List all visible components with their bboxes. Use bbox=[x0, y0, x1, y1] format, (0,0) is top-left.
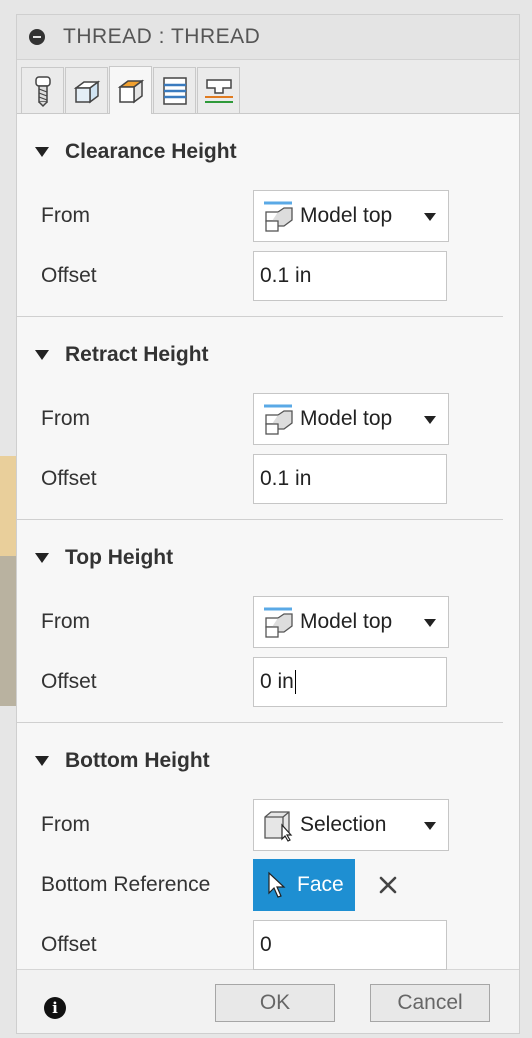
linking-icon bbox=[204, 78, 233, 103]
section-clearance-height: Clearance Height From Model top Offset 0… bbox=[17, 114, 519, 317]
cursor-arrow-icon bbox=[268, 871, 286, 898]
collapse-triangle-icon[interactable] bbox=[35, 350, 49, 360]
from-row: From Model top bbox=[17, 592, 519, 652]
from-label: From bbox=[41, 813, 90, 836]
chevron-down-icon bbox=[424, 416, 436, 424]
top-from-select[interactable]: Model top bbox=[253, 596, 449, 648]
section-top-height: Top Height From Model top Offset 0 in bbox=[17, 520, 519, 723]
model-top-icon bbox=[264, 404, 293, 435]
model-top-icon bbox=[264, 201, 293, 232]
tab-heights[interactable] bbox=[109, 66, 152, 114]
from-row: From Selection bbox=[17, 795, 519, 855]
offset-label: Offset bbox=[41, 670, 97, 693]
selection-icon bbox=[264, 811, 293, 842]
ok-button[interactable]: OK bbox=[215, 984, 335, 1022]
face-button-label: Face bbox=[297, 873, 344, 896]
dialog-titlebar: THREAD : THREAD bbox=[17, 15, 519, 60]
offset-row: Offset 0 in bbox=[17, 652, 519, 712]
cancel-button[interactable]: Cancel bbox=[370, 984, 490, 1022]
collapse-triangle-icon[interactable] bbox=[35, 756, 49, 766]
collapse-triangle-icon[interactable] bbox=[35, 147, 49, 157]
tab-passes[interactable] bbox=[153, 67, 196, 113]
clearance-from-select[interactable]: Model top bbox=[253, 190, 449, 242]
dialog-title: THREAD : THREAD bbox=[63, 25, 261, 48]
chevron-down-icon bbox=[424, 822, 436, 830]
retract-offset-input[interactable]: 0.1 in bbox=[253, 454, 447, 504]
section-title: Clearance Height bbox=[65, 140, 237, 163]
offset-row: Offset 0 bbox=[17, 915, 519, 975]
offset-label: Offset bbox=[41, 467, 97, 490]
top-offset-input[interactable]: 0 in bbox=[253, 657, 447, 707]
dialog-footer: i OK Cancel bbox=[17, 970, 519, 1038]
select-value: Model top bbox=[300, 204, 393, 227]
bottom-reference-row: Bottom Reference Face bbox=[17, 855, 519, 915]
section-header[interactable]: Clearance Height bbox=[17, 114, 519, 186]
tab-geometry[interactable] bbox=[65, 67, 108, 113]
select-value: Selection bbox=[300, 813, 387, 836]
bottom-reference-label: Bottom Reference bbox=[41, 873, 211, 896]
drill-tool-icon bbox=[34, 75, 51, 107]
from-row: From Model top bbox=[17, 186, 519, 246]
tab-bar bbox=[17, 60, 519, 114]
from-label: From bbox=[41, 610, 90, 633]
tab-tool[interactable] bbox=[21, 67, 64, 113]
from-label: From bbox=[41, 204, 90, 227]
face-selection-button[interactable]: Face bbox=[253, 859, 355, 911]
section-bottom-height: Bottom Height From Selection Bottom Refe… bbox=[17, 723, 519, 975]
input-value: 0 bbox=[260, 933, 272, 956]
clearance-offset-input[interactable]: 0.1 in bbox=[253, 251, 447, 301]
section-title: Bottom Height bbox=[65, 749, 210, 772]
heights-box-icon bbox=[117, 79, 144, 103]
retract-from-select[interactable]: Model top bbox=[253, 393, 449, 445]
offset-label: Offset bbox=[41, 264, 97, 287]
offset-row: Offset 0.1 in bbox=[17, 449, 519, 509]
input-value: 0.1 in bbox=[260, 467, 312, 490]
passes-icon bbox=[162, 76, 187, 105]
section-title: Top Height bbox=[65, 546, 174, 569]
tab-linking[interactable] bbox=[197, 67, 240, 113]
offset-label: Offset bbox=[41, 933, 97, 956]
chevron-down-icon bbox=[424, 213, 436, 221]
background-model-surface bbox=[0, 456, 16, 558]
model-top-icon bbox=[264, 607, 293, 638]
clear-selection-icon[interactable] bbox=[377, 874, 399, 896]
collapse-triangle-icon[interactable] bbox=[35, 553, 49, 563]
section-header[interactable]: Retract Height bbox=[17, 317, 519, 389]
text-cursor bbox=[294, 670, 297, 694]
offset-row: Offset 0.1 in bbox=[17, 246, 519, 306]
from-row: From Model top bbox=[17, 389, 519, 449]
section-title: Retract Height bbox=[65, 343, 209, 366]
info-icon[interactable]: i bbox=[44, 997, 66, 1019]
select-value: Model top bbox=[300, 610, 393, 633]
collapse-icon[interactable] bbox=[29, 29, 45, 45]
input-value: 0.1 in bbox=[260, 264, 312, 287]
section-header[interactable]: Bottom Height bbox=[17, 723, 519, 795]
chevron-down-icon bbox=[424, 619, 436, 627]
thread-dialog: THREAD : THREAD Clearance Height From Mo… bbox=[16, 14, 520, 1034]
section-header[interactable]: Top Height bbox=[17, 520, 519, 592]
select-value: Model top bbox=[300, 407, 393, 430]
input-value: 0 in bbox=[260, 670, 294, 693]
geometry-box-icon bbox=[73, 80, 100, 103]
dialog-content: Clearance Height From Model top Offset 0… bbox=[17, 114, 519, 970]
bottom-offset-input[interactable]: 0 bbox=[253, 920, 447, 970]
section-retract-height: Retract Height From Model top Offset 0.1… bbox=[17, 317, 519, 520]
from-label: From bbox=[41, 407, 90, 430]
background-model-surface-shadow bbox=[0, 556, 16, 706]
bottom-from-select[interactable]: Selection bbox=[253, 799, 449, 851]
